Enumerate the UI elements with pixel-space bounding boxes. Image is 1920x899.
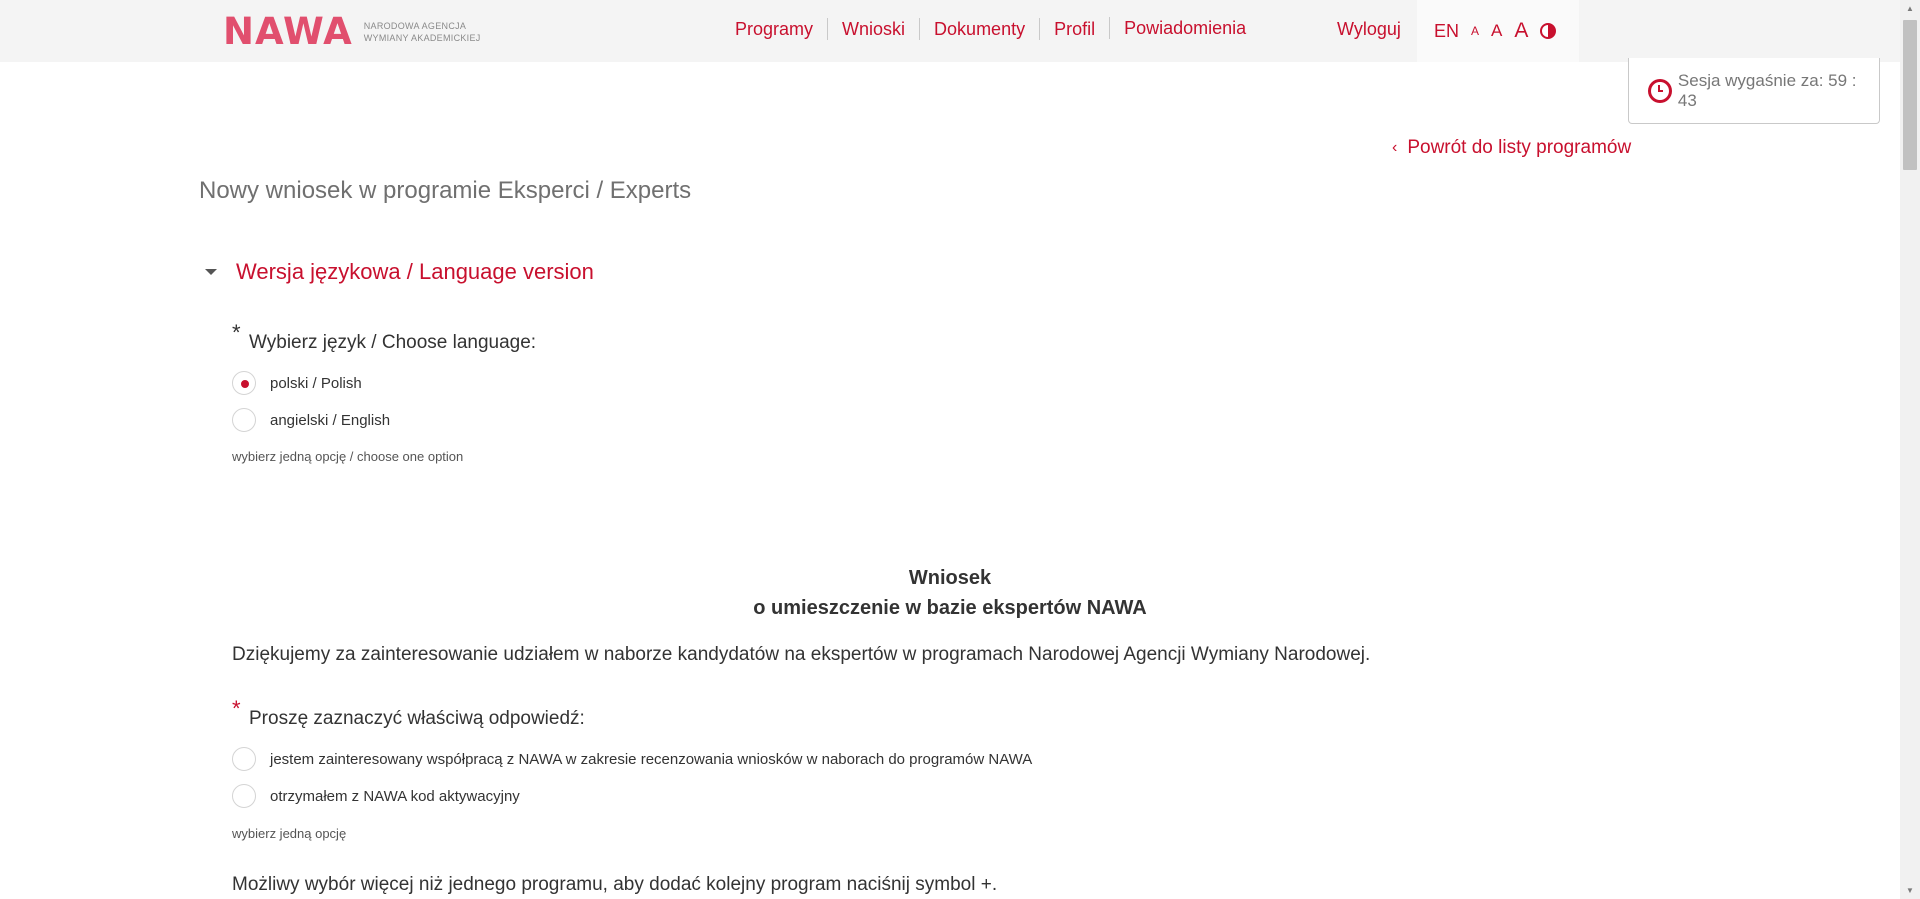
accessibility-bar: EN A A A: [1417, 0, 1579, 62]
radio-label-english: angielski / English: [270, 411, 391, 429]
chevron-left-icon: ‹: [1392, 139, 1398, 156]
logo-subtitle-line2: WYMIANY AKADEMICKIEJ: [363, 33, 481, 43]
radio-label-polish: polski / Polish: [270, 374, 362, 392]
nav-powiadomienia[interactable]: Powiadomienia: [1109, 17, 1260, 39]
radio-button-checked[interactable]: [232, 371, 256, 395]
required-marker: *: [232, 320, 241, 345]
multiple-programs-note: Możliwy wybór więcej niż jednego program…: [232, 874, 998, 895]
logo-subtitle: NARODOWA AGENCJA WYMIANY AKADEMICKIEJ: [364, 20, 481, 44]
application-title: Wniosek: [908, 567, 992, 589]
nav-wnioski[interactable]: Wnioski: [827, 18, 919, 40]
radio-label-activation-code: otrzymałem z NAWA kod aktywacyjny: [270, 787, 520, 805]
radio-language-polish[interactable]: polski / Polish: [232, 371, 362, 395]
intro-text: Dziękujemy za zainteresowanie udziałem w…: [232, 644, 1371, 665]
top-header: NAWA NARODOWA AGENCJA WYMIANY AKADEMICKI…: [0, 0, 1900, 62]
choose-language-label: Wybierz język / Choose language:: [249, 332, 537, 353]
session-timer: Sesja wygaśnie za: 59 : 43: [1628, 58, 1880, 124]
radio-language-english[interactable]: angielski / English: [232, 408, 390, 432]
back-to-programs-link[interactable]: ‹ Powrót do listy programów: [1392, 137, 1631, 159]
language-hint: wybierz jedną opcję / choose one option: [232, 449, 464, 464]
scroll-up-arrow-icon[interactable]: ▲: [1906, 4, 1914, 13]
language-section-title: Wersja językowa / Language version: [236, 259, 594, 284]
nav-programy[interactable]: Programy: [721, 18, 827, 40]
application-subtitle: o umieszczenie w bazie ekspertów NAWA: [753, 597, 1147, 619]
logo-subtitle-line1: NARODOWA AGENCJA: [363, 21, 467, 31]
radio-button[interactable]: [232, 784, 256, 808]
font-size-large[interactable]: A: [1514, 19, 1528, 43]
back-link-label: Powrót do listy programów: [1407, 137, 1632, 158]
font-size-medium[interactable]: A: [1491, 21, 1502, 41]
language-switch[interactable]: EN: [1434, 21, 1459, 42]
nav-dokumenty[interactable]: Dokumenty: [919, 18, 1039, 40]
answer-hint: wybierz jedną opcję: [232, 826, 347, 841]
nawa-logo[interactable]: NAWA NARODOWA AGENCJA WYMIANY AKADEMICKI…: [223, 13, 481, 51]
radio-button[interactable]: [232, 747, 256, 771]
page-scrollbar[interactable]: ▲ ▼: [1900, 0, 1920, 899]
session-timer-text: Sesja wygaśnie za: 59 : 43: [1677, 70, 1857, 110]
nav-profil[interactable]: Profil: [1039, 18, 1109, 40]
contrast-icon[interactable]: [1540, 23, 1557, 39]
scroll-thumb[interactable]: [1903, 20, 1917, 170]
radio-activation-code[interactable]: otrzymałem z NAWA kod aktywacyjny: [232, 784, 520, 808]
answer-question-label: Proszę zaznaczyć właściwą odpowiedź:: [249, 708, 585, 729]
font-size-small[interactable]: A: [1471, 24, 1479, 38]
scroll-down-arrow-icon[interactable]: ▼: [1906, 886, 1914, 895]
language-section-toggle[interactable]: Wersja językowa / Language version: [205, 259, 594, 285]
radio-label-interested: jestem zainteresowany współpracą z NAWA …: [270, 750, 1033, 768]
radio-interested-reviewing[interactable]: jestem zainteresowany współpracą z NAWA …: [232, 747, 1032, 771]
page-title: Nowy wniosek w programie Eksperci / Expe…: [199, 177, 692, 204]
caret-down-icon: [205, 269, 217, 275]
clock-icon: [1648, 78, 1672, 103]
radio-button[interactable]: [232, 408, 256, 432]
logo-wordmark: NAWA: [223, 10, 353, 53]
main-nav: Programy Wnioski Dokumenty Profil Powiad…: [721, 17, 1260, 40]
logout-link[interactable]: Wyloguj: [1337, 19, 1401, 40]
required-marker: *: [232, 696, 241, 721]
